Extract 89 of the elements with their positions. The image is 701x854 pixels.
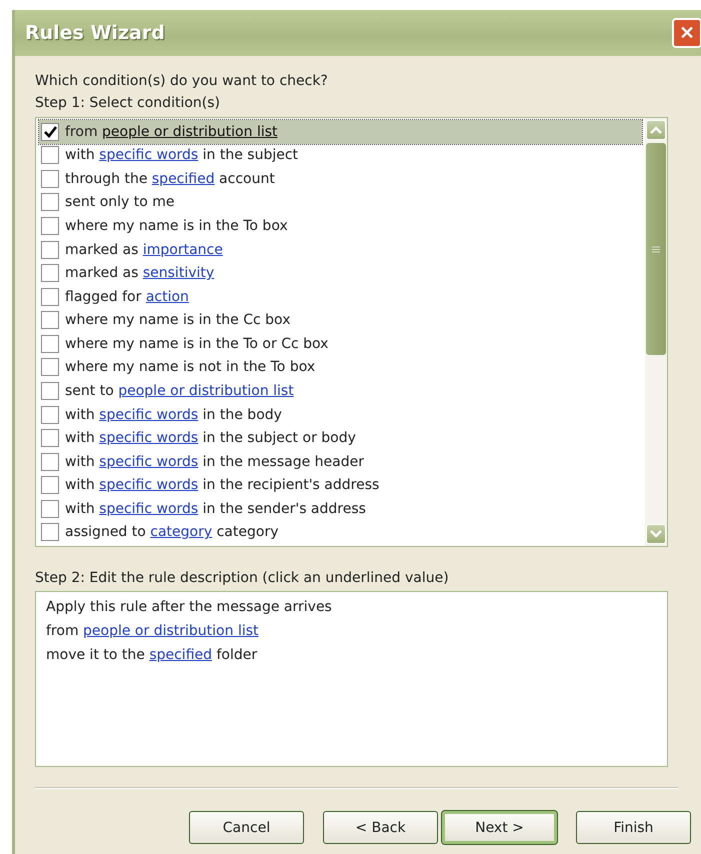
link[interactable]: people or distribution list bbox=[118, 382, 294, 399]
condition-text: assigned to category category bbox=[65, 524, 278, 540]
condition-row[interactable]: through the specified account bbox=[39, 167, 642, 191]
checkbox[interactable] bbox=[41, 264, 59, 282]
step-label: Step 1: Select condition(s) bbox=[35, 94, 221, 113]
condition-text: with specific words in the subject bbox=[65, 147, 298, 164]
link[interactable]: specific words bbox=[99, 500, 198, 517]
condition-row[interactable]: where my name is in the To or Cc box bbox=[39, 332, 642, 356]
dialog-button[interactable]: < Back bbox=[323, 811, 438, 844]
condition-text: with specific words in the message header bbox=[65, 454, 364, 470]
dialog-button[interactable]: Finish bbox=[576, 811, 691, 844]
checkbox[interactable] bbox=[41, 146, 59, 164]
checkbox[interactable] bbox=[41, 311, 59, 330]
checkbox[interactable] bbox=[41, 288, 59, 306]
checkbox[interactable] bbox=[41, 500, 59, 518]
condition-row[interactable]: flagged for action bbox=[39, 284, 642, 308]
link[interactable]: specific words bbox=[99, 406, 198, 423]
close-button[interactable]: ✕ bbox=[672, 18, 701, 48]
condition-text: with specific words in the sender's address bbox=[65, 500, 366, 517]
link[interactable]: sensitivity bbox=[142, 265, 214, 282]
condition-row[interactable]: with specific words in the subject or body bbox=[39, 426, 642, 450]
scroll-down-button[interactable] bbox=[646, 524, 666, 544]
condition-text: where my name is in the To box bbox=[65, 218, 288, 234]
condition-text: with specific words in the subject or body bbox=[65, 430, 356, 446]
link[interactable]: specific words bbox=[99, 147, 198, 164]
link[interactable]: specific words bbox=[99, 477, 198, 494]
condition-row[interactable]: with specific words in the subject bbox=[39, 144, 642, 168]
condition-row[interactable]: with specific words in the message header bbox=[39, 450, 642, 474]
condition-text: with specific words in the recipient's address bbox=[65, 477, 380, 494]
checkbox[interactable] bbox=[41, 240, 59, 259]
link[interactable]: action bbox=[146, 288, 189, 305]
condition-text: with specific words in the body bbox=[65, 406, 282, 423]
checkbox[interactable] bbox=[41, 382, 59, 400]
checkbox[interactable] bbox=[41, 122, 59, 141]
condition-text: sent only to me bbox=[65, 194, 175, 210]
step-label: Step 2: Edit the rule description (click an underlined value) bbox=[35, 569, 450, 588]
condition-row[interactable]: assigned to category category bbox=[39, 520, 642, 544]
link[interactable]: importance bbox=[142, 242, 223, 258]
condition-row[interactable]: marked as importance bbox=[39, 238, 642, 262]
checkbox[interactable] bbox=[41, 476, 59, 494]
checkbox[interactable] bbox=[41, 217, 59, 236]
description-line: from people or distribution list bbox=[46, 622, 260, 641]
link[interactable]: specific words bbox=[99, 430, 198, 446]
condition-text: sent to people or distribution list bbox=[65, 382, 294, 399]
condition-row[interactable]: with specific words in the sender's address bbox=[39, 497, 642, 521]
chevron-down-icon bbox=[650, 530, 662, 538]
condition-row[interactable]: with specific words in the body bbox=[39, 402, 642, 426]
condition-row[interactable]: from people or distribution list bbox=[39, 120, 642, 144]
condition-row[interactable]: with specific words in the recipient's address bbox=[39, 473, 642, 497]
checkbox[interactable] bbox=[41, 523, 59, 542]
description-line: move it to the specified folder bbox=[46, 646, 258, 665]
scroll-thumb[interactable] bbox=[646, 143, 666, 355]
condition-text: where my name is not in the To box bbox=[65, 359, 316, 376]
condition-text: flagged for action bbox=[65, 288, 189, 305]
condition-text: where my name is in the To or Cc box bbox=[65, 336, 328, 352]
condition-text: marked as importance bbox=[65, 242, 223, 258]
checkbox[interactable] bbox=[41, 452, 59, 471]
checkbox[interactable] bbox=[41, 406, 59, 424]
grip-icon bbox=[652, 246, 660, 252]
condition-text: through the specified account bbox=[65, 170, 275, 187]
checkbox[interactable] bbox=[41, 170, 59, 188]
link[interactable]: people or distribution list bbox=[102, 124, 278, 140]
condition-row[interactable]: where my name is in the Cc box bbox=[39, 308, 642, 332]
checkbox[interactable] bbox=[41, 334, 59, 353]
checkbox[interactable] bbox=[41, 358, 59, 376]
scroll-up-button[interactable] bbox=[646, 120, 666, 140]
link[interactable]: specified bbox=[149, 647, 212, 663]
checkbox[interactable] bbox=[41, 193, 59, 212]
link[interactable]: category bbox=[150, 524, 212, 540]
condition-row[interactable]: marked as sensitivity bbox=[39, 261, 642, 285]
condition-row[interactable]: sent only to me bbox=[39, 190, 642, 214]
dialog-button[interactable]: Cancel bbox=[189, 811, 304, 844]
condition-row[interactable]: sent to people or distribution list bbox=[39, 379, 642, 403]
condition-text: marked as sensitivity bbox=[65, 265, 214, 282]
scrollbar[interactable] bbox=[645, 118, 667, 546]
dialog-button[interactable]: Next > bbox=[442, 811, 557, 844]
description-line: Apply this rule after the message arrives bbox=[46, 598, 333, 617]
link[interactable]: specified bbox=[152, 170, 215, 187]
link[interactable]: specific words bbox=[99, 454, 198, 470]
checkmark-icon bbox=[44, 126, 56, 138]
question-text: Which condition(s) do you want to check? bbox=[35, 72, 329, 91]
link[interactable]: people or distribution list bbox=[83, 623, 259, 639]
condition-text: where my name is in the Cc box bbox=[65, 312, 290, 328]
chevron-up-icon bbox=[650, 126, 662, 134]
condition-row[interactable]: where my name is not in the To box bbox=[39, 356, 642, 380]
condition-text: from people or distribution list bbox=[65, 124, 278, 140]
condition-row[interactable]: where my name is in the To box bbox=[39, 214, 642, 238]
window-title: Rules Wizard bbox=[25, 22, 165, 44]
checkbox[interactable] bbox=[41, 429, 59, 448]
